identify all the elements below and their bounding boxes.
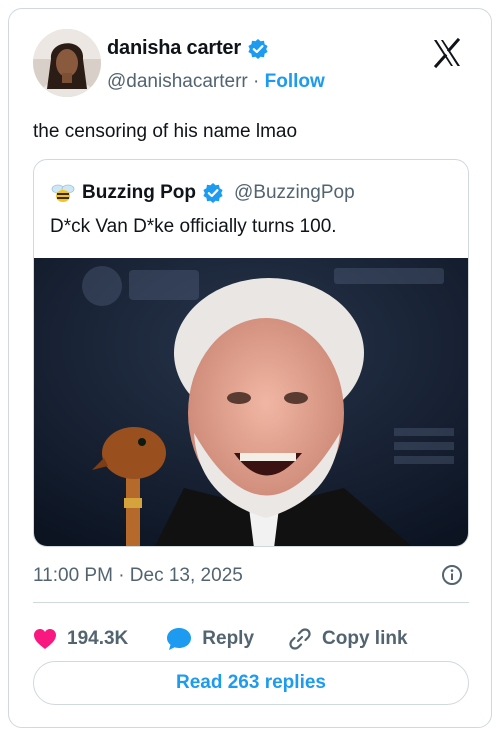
info-icon[interactable] bbox=[441, 564, 463, 586]
quoted-tweet[interactable]: Buzzing Pop @BuzzingPop D*ck Van D*ke of… bbox=[33, 159, 469, 547]
action-bar: 194.3K Reply Copy link bbox=[33, 621, 408, 657]
reply-label: Reply bbox=[202, 628, 255, 649]
x-logo-icon[interactable] bbox=[431, 37, 463, 69]
copy-link-button[interactable]: Copy link bbox=[288, 627, 408, 651]
handle-separator: · bbox=[253, 71, 265, 92]
author-handle[interactable]: @danishacarterr bbox=[107, 71, 248, 92]
author-name[interactable]: danisha carter bbox=[107, 37, 241, 60]
bee-icon bbox=[51, 184, 75, 202]
reply-bubble-icon bbox=[167, 628, 192, 650]
quoted-tweet-text: D*ck Van D*ke officially turns 100. bbox=[50, 216, 337, 237]
follow-link[interactable]: Follow bbox=[265, 71, 325, 92]
like-button[interactable]: 194.3K bbox=[33, 628, 128, 650]
link-icon bbox=[289, 628, 311, 650]
divider bbox=[33, 602, 469, 603]
tweet-text: the censoring of his name lmao bbox=[33, 121, 298, 142]
heart-icon bbox=[34, 629, 56, 649]
read-replies-label: Read 263 replies bbox=[176, 672, 326, 693]
quoted-author-name[interactable]: Buzzing Pop bbox=[82, 182, 196, 204]
read-replies-button[interactable]: Read 263 replies bbox=[33, 661, 469, 705]
verified-badge-icon bbox=[248, 38, 268, 59]
avatar[interactable] bbox=[33, 29, 101, 97]
tweet-card: danisha carter @danishacarterr · Follow … bbox=[8, 8, 492, 728]
quoted-media-photo[interactable] bbox=[34, 258, 468, 546]
quoted-author-handle[interactable]: @BuzzingPop bbox=[234, 182, 355, 204]
tweet-timestamp[interactable]: 11:00 PM · Dec 13, 2025 bbox=[33, 565, 243, 587]
like-count: 194.3K bbox=[67, 628, 129, 649]
quoted-verified-badge-icon bbox=[203, 183, 223, 203]
reply-button[interactable]: Reply bbox=[166, 627, 254, 651]
copy-link-label: Copy link bbox=[322, 628, 408, 649]
